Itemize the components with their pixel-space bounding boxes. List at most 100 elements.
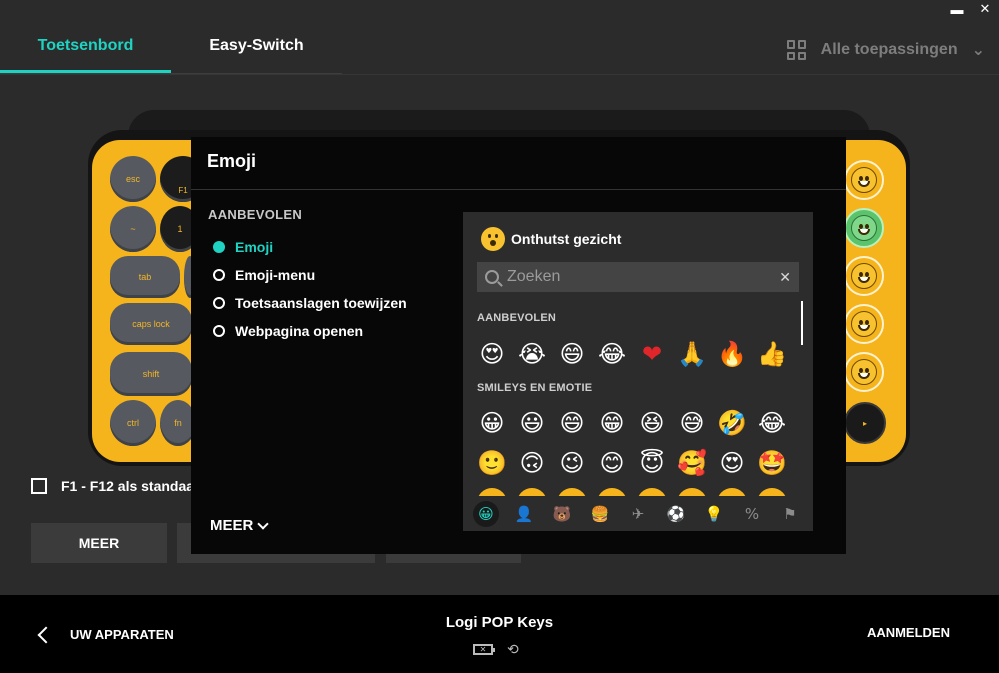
emoji-button[interactable]: 🥰 — [677, 448, 707, 478]
emoji-key-4[interactable] — [844, 304, 884, 344]
emoji-button[interactable]: 🙂 — [477, 448, 507, 478]
key-ctrl[interactable]: ctrl — [110, 400, 156, 446]
key-shift[interactable]: shift — [110, 352, 192, 396]
emoji-button[interactable]: 😆 — [637, 408, 667, 438]
option-label: Toetsaanslagen toewijzen — [235, 295, 407, 311]
action-options: Emoji Emoji-menu Toetsaanslagen toewijze… — [213, 233, 407, 345]
radio-icon — [213, 325, 225, 337]
emoji-button[interactable]: 😁 — [597, 408, 627, 438]
key-caps-label: caps lock — [132, 319, 170, 329]
apps-dropdown[interactable]: Alle toepassingen ⌄ — [786, 40, 985, 60]
emoji-button[interactable]: 😍 — [717, 448, 747, 478]
recommended-label: AANBEVOLEN — [477, 312, 557, 324]
tab-easy-switch[interactable]: Easy-Switch — [171, 28, 342, 73]
key-dark-round[interactable]: ▸ — [844, 402, 886, 444]
food-category-icon[interactable]: 🍔 — [587, 501, 613, 527]
search-input[interactable] — [507, 268, 772, 286]
symbols-category-icon[interactable]: % — [739, 501, 765, 527]
f-keys-option[interactable]: F1 - F12 als standaar — [31, 478, 200, 494]
key-ctrl-label: ctrl — [127, 418, 139, 428]
device-tabs: Toetsenbord Easy-Switch — [0, 28, 342, 74]
emoji-button[interactable]: 😇 — [637, 448, 667, 478]
grid-icon — [786, 40, 807, 60]
key-tilde-label: ~ — [130, 224, 136, 234]
emoji-button[interactable]: ❤ — [637, 339, 667, 369]
emoji-button[interactable]: 🤣 — [717, 408, 747, 438]
search-box[interactable]: ✕ — [477, 262, 799, 292]
radio-selected-icon — [213, 241, 225, 253]
emoji-button[interactable]: 😭 — [517, 339, 547, 369]
key-1-label: 1 — [177, 224, 183, 234]
activities-category-icon[interactable]: ⚽ — [663, 501, 689, 527]
emoji-button[interactable]: 🔥 — [717, 339, 747, 369]
login-button[interactable]: AANMELDEN — [867, 625, 950, 640]
search-icon — [485, 270, 499, 284]
emoji-key-2[interactable] — [844, 208, 884, 248]
minimize-button[interactable]: ▬ — [943, 0, 971, 18]
emoji-button[interactable]: 😃 — [517, 408, 547, 438]
smileys-row-partial — [477, 488, 799, 496]
scrollbar[interactable] — [801, 301, 803, 345]
objects-category-icon[interactable]: 💡 — [701, 501, 727, 527]
flags-category-icon[interactable]: ⚑ — [777, 501, 803, 527]
grin-icon — [851, 263, 877, 289]
footer-bar: UW APPARATEN Logi POP Keys ✕ ⟲ AANMELDEN — [0, 595, 999, 673]
key-tilde[interactable]: ~ — [110, 206, 156, 252]
emoji-button[interactable]: 😄 — [557, 339, 587, 369]
emoji-button[interactable]: 😉 — [557, 448, 587, 478]
emoji-button[interactable]: 😅 — [677, 408, 707, 438]
emoji-button[interactable]: 🙃 — [517, 448, 547, 478]
emoji-button[interactable]: 😍 — [477, 339, 507, 369]
option-webpage[interactable]: Webpagina openen — [213, 317, 407, 345]
emoji-button[interactable]: 😂 — [597, 339, 627, 369]
emoji-button[interactable]: 😊 — [597, 448, 627, 478]
key-tab-label: tab — [138, 272, 152, 282]
dizzy-face-icon — [851, 359, 877, 385]
option-emoji[interactable]: Emoji — [213, 233, 407, 261]
key-esc-label: esc — [125, 174, 140, 184]
key-f1-label: F1 — [178, 186, 188, 195]
laugh-icon — [851, 311, 877, 337]
emoji-button[interactable]: 😂 — [757, 408, 787, 438]
modal-more-button[interactable]: MEER — [210, 517, 270, 534]
hushed-face-icon — [481, 227, 505, 251]
option-label: Emoji — [235, 239, 274, 255]
smiley-icon — [851, 167, 877, 193]
people-category-icon[interactable]: 👤 — [511, 501, 537, 527]
smileys-row: 😀 😃 😄 😁 😆 😅 🤣 😂 — [477, 408, 787, 438]
chevron-down-icon: ⌄ — [971, 42, 985, 59]
key-tab[interactable]: tab — [110, 256, 180, 298]
emoji-button[interactable]: 😄 — [557, 408, 587, 438]
smileys-row: 🙂 🙃 😉 😊 😇 🥰 😍 🤩 — [477, 448, 787, 478]
option-emoji-menu[interactable]: Emoji-menu — [213, 261, 407, 289]
chevron-down-icon — [257, 517, 270, 530]
radio-icon — [213, 297, 225, 309]
smileys-category-icon[interactable]: 😀 — [473, 500, 499, 527]
emoji-button[interactable]: 🙏 — [677, 339, 707, 369]
emoji-key-1[interactable] — [844, 160, 884, 200]
emoji-key-5[interactable] — [844, 352, 884, 392]
animals-category-icon[interactable]: 🐻 — [549, 501, 575, 527]
checkbox[interactable] — [31, 478, 47, 494]
key-esc[interactable]: esc — [110, 156, 156, 202]
selected-emoji-name: Onthutst gezicht — [511, 231, 622, 247]
close-button[interactable]: ✕ — [971, 0, 999, 18]
more-button[interactable]: MEER — [31, 523, 167, 563]
key-shift-label: shift — [142, 369, 160, 379]
connection-icon: ⟲ — [507, 641, 519, 657]
emoji-picker: Onthutst gezicht ✕ AANBEVOLEN 😍 😭 😄 😂 ❤ … — [463, 212, 813, 531]
emoji-modal: Emoji AANBEVOLEN Emoji Emoji-menu Toetsa… — [191, 137, 846, 554]
modal-more-label: MEER — [210, 517, 254, 534]
key-caps-lock[interactable]: caps lock — [110, 303, 192, 345]
emoji-button[interactable]: 👍 — [757, 339, 787, 369]
option-keystrokes[interactable]: Toetsaanslagen toewijzen — [213, 289, 407, 317]
emoji-key-3[interactable] — [844, 256, 884, 296]
device-status: ✕ ⟲ — [473, 641, 519, 658]
clear-icon[interactable]: ✕ — [779, 269, 791, 286]
emoji-button[interactable]: 🤩 — [757, 448, 787, 478]
tab-toetsenbord[interactable]: Toetsenbord — [0, 28, 171, 73]
emoji-button[interactable]: 😀 — [477, 408, 507, 438]
apps-dropdown-label: Alle toepassingen — [820, 41, 958, 58]
travel-category-icon[interactable]: ✈ — [625, 501, 651, 527]
category-bar: 😀 👤 🐻 🍔 ✈ ⚽ 💡 % ⚑ — [463, 496, 813, 531]
